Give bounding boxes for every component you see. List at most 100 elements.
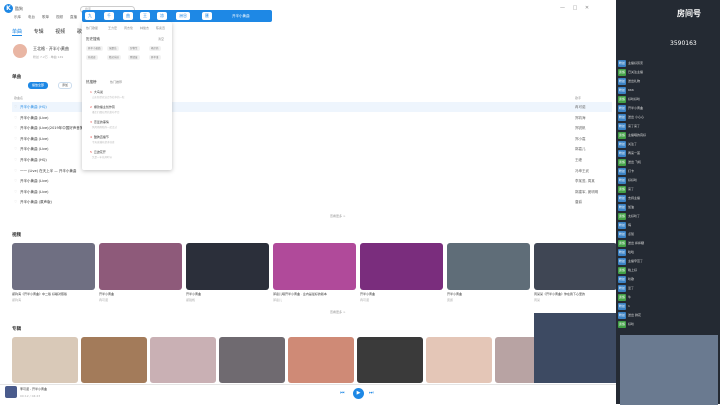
song-artist[interactable]: 郑小嘉: [575, 134, 586, 144]
previous-button[interactable]: ⏮: [340, 390, 345, 396]
video-caption[interactable]: 开半小黄曲: [99, 292, 182, 296]
video-artist[interactable]: 唐爵: [447, 298, 453, 302]
nav-item-radio[interactable]: 电台: [28, 15, 35, 20]
hot-artist-link[interactable]: 王力宏: [108, 26, 117, 30]
song-artist[interactable]: 王峰: [575, 155, 582, 165]
hot-search-title[interactable]: 恋爱的事情: [94, 120, 109, 124]
tab-chip[interactable]: 匯: [202, 12, 212, 20]
hot-search-title[interactable]: 大鸟说: [94, 90, 103, 94]
song-artist[interactable]: 郑锐帆: [575, 123, 586, 133]
tab-videos[interactable]: 视频: [55, 28, 65, 35]
column-header-artist[interactable]: 歌手: [575, 96, 581, 100]
tab-chip[interactable]: 千: [104, 12, 114, 20]
app-logo[interactable]: K: [4, 4, 13, 13]
hot-search-label[interactable]: 热搜榜: [86, 80, 97, 85]
history-tag[interactable]: 窦靖童: [128, 55, 140, 60]
more-videos-link[interactable]: 查看更多 >: [330, 310, 345, 314]
video-artist[interactable]: 冉可诺: [360, 298, 369, 302]
heart-icon[interactable]: ♡: [14, 155, 17, 165]
hot-artist-link[interactable]: 陈奕迅: [156, 26, 165, 30]
hot-search-title[interactable]: 爆款播主创作营: [94, 105, 115, 109]
hot-recommend-label[interactable]: 热门推荐: [110, 80, 122, 84]
song-artist[interactable]: 李某鸾, 周某: [575, 176, 595, 186]
video-thumbnail[interactable]: [273, 243, 356, 290]
hot-artist-link[interactable]: 周杰伦: [124, 26, 133, 30]
nav-item-video[interactable]: 视频: [56, 15, 63, 20]
play-all-button[interactable]: 播放全部: [28, 82, 49, 89]
video-artist[interactable]: 冉可诺: [99, 298, 108, 302]
video-thumbnail[interactable]: [12, 243, 95, 290]
song-title[interactable]: 开半小黄曲 (Live): [20, 187, 49, 197]
song-title[interactable]: 开半小黄曲 (原声版): [20, 197, 52, 207]
history-tag[interactable]: 开半谁: [149, 55, 161, 60]
album-cover[interactable]: [150, 337, 216, 383]
video-artist[interactable]: 郭嘉儿: [273, 298, 282, 302]
song-title[interactable]: 开半小黄曲 (HQ): [20, 102, 47, 112]
heart-icon[interactable]: ♡: [14, 144, 17, 154]
album-cover[interactable]: [288, 337, 354, 383]
column-header-song[interactable]: 歌曲名: [14, 96, 23, 100]
song-title[interactable]: 开半小黄曲 (Live): [20, 144, 49, 154]
heart-icon[interactable]: ♡: [14, 134, 17, 144]
album-cover[interactable]: [357, 337, 423, 383]
video-caption[interactable]: 开半小黄曲: [186, 292, 269, 296]
heart-icon[interactable]: ♡: [14, 166, 17, 176]
hot-search-item[interactable]: 3 恋爱的事情: [90, 120, 109, 124]
video-thumbnail[interactable]: [186, 243, 269, 290]
tab-chip[interactable]: 凉: [157, 12, 167, 20]
hot-search-title[interactable]: 酷狗直播节: [94, 135, 109, 139]
table-row[interactable]: ♡ 开半小黄曲 (Live) 郭建军, 窦明明: [12, 187, 612, 197]
history-tag[interactable]: 精灵乐队: [107, 55, 122, 60]
tab-chip[interactable]: 曲: [123, 12, 133, 20]
song-title[interactable]: 开半小黄曲 (Live): [20, 113, 49, 123]
video-artist[interactable]: 郑锐帆: [186, 298, 195, 302]
song-artist[interactable]: 郭建军, 窦明明: [575, 187, 598, 197]
clear-history-button[interactable]: 清空: [158, 37, 164, 41]
hot-search-title[interactable]: 云迹花开: [94, 150, 106, 154]
tab-chip[interactable]: 洲谷: [176, 12, 190, 20]
heart-icon[interactable]: ♡: [14, 187, 17, 197]
heart-icon[interactable]: ♡: [14, 102, 17, 112]
hot-artist-link[interactable]: 林俊杰: [140, 26, 149, 30]
song-title[interactable]: 一一 (Live) 在天上半 — 开半小黄曲: [20, 166, 76, 176]
song-artist[interactable]: 冉可诺: [575, 102, 586, 112]
video-caption[interactable]: 开半小黄曲: [360, 292, 443, 296]
play-button[interactable]: ▶: [353, 388, 364, 399]
history-tag[interactable]: 万物生: [128, 46, 140, 51]
song-title[interactable]: 开半小黄曲 (Live)(2019年中国好声音第三季): [20, 123, 92, 133]
video-caption[interactable]: 郭嘉儿唱开半小黄曲 · 业内是最好的版本: [273, 292, 356, 296]
album-cover[interactable]: [219, 337, 285, 383]
song-artist[interactable]: 郑钧海: [575, 113, 586, 123]
artist-name[interactable]: 王北格 · 开半小黄曲: [33, 46, 69, 52]
avatar[interactable]: [13, 44, 27, 58]
heart-icon[interactable]: ♡: [14, 113, 17, 123]
album-cover[interactable]: [81, 337, 147, 383]
more-songs-link[interactable]: 查看更多 >: [330, 214, 345, 218]
hot-search-item[interactable]: 5 云迹花开: [90, 150, 106, 154]
nav-item-playlist[interactable]: 歌单: [42, 15, 49, 20]
window-controls[interactable]: — □ ✕: [560, 5, 592, 11]
tab-chip[interactable]: 九: [85, 12, 95, 20]
video-thumbnail[interactable]: [447, 243, 530, 290]
heart-icon[interactable]: ♡: [14, 123, 17, 133]
hot-search-item[interactable]: 4 酷狗直播节: [90, 135, 109, 139]
tab-chip[interactable]: 王: [140, 12, 150, 20]
hot-search-item[interactable]: 1 大鸟说: [90, 90, 103, 94]
video-caption[interactable]: 开半小黄曲: [447, 292, 530, 296]
history-tag[interactable]: 张震岳: [107, 46, 119, 51]
history-tag[interactable]: 杨宗纬: [149, 46, 161, 51]
add-button[interactable]: 添加: [58, 82, 73, 89]
song-title[interactable]: 开半小黄曲 (HQ): [20, 155, 47, 165]
video-artist[interactable]: 郑钧海: [12, 298, 21, 302]
nav-item-live[interactable]: 直播: [70, 15, 77, 20]
next-button[interactable]: ⏭: [369, 390, 374, 396]
song-title[interactable]: 开半小黄曲 (Live): [20, 176, 49, 186]
album-cover[interactable]: [426, 337, 492, 383]
tab-songs[interactable]: 单曲: [12, 28, 23, 36]
heart-icon[interactable]: ♡: [14, 197, 17, 207]
video-caption[interactable]: 周某某《开半小黄曲》你在我下心里的: [534, 292, 617, 296]
tab-albums[interactable]: 专辑: [34, 28, 44, 35]
hot-search-item[interactable]: 2 爆款播主创作营: [90, 105, 115, 109]
player-cover[interactable]: [5, 386, 17, 398]
video-caption[interactable]: 郑钧海《开半小黄曲》中二版 好嗓对照版: [12, 292, 95, 296]
